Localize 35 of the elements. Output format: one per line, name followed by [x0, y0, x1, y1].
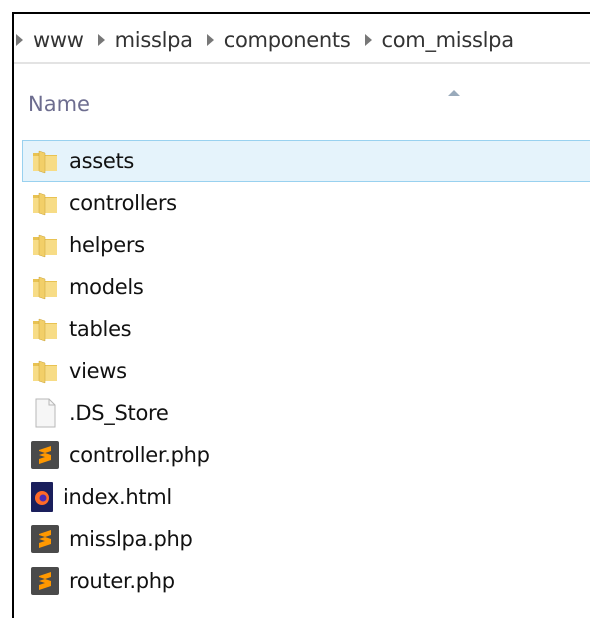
breadcrumb-item[interactable]: www	[23, 28, 98, 52]
file-name: index.html	[63, 485, 172, 509]
chevron-right-icon	[16, 34, 23, 46]
file-row[interactable]: views	[22, 350, 590, 392]
file-name: views	[69, 359, 127, 383]
file-name: helpers	[69, 233, 145, 257]
browser-file-icon	[31, 482, 53, 512]
file-name: controller.php	[69, 443, 210, 467]
file-row[interactable]: router.php	[22, 560, 590, 602]
breadcrumb-item[interactable]: components	[214, 28, 364, 52]
chevron-right-icon	[364, 34, 372, 46]
chevron-right-icon	[98, 34, 105, 46]
file-row[interactable]: controllers	[22, 182, 590, 224]
file-name: tables	[69, 317, 132, 341]
file-name: misslpa.php	[69, 527, 193, 551]
breadcrumb-item[interactable]: com_misslpa	[372, 28, 528, 52]
chevron-right-icon	[206, 34, 214, 46]
code-file-icon	[31, 525, 59, 553]
code-file-icon	[31, 441, 59, 469]
file-name: controllers	[69, 191, 177, 215]
file-row[interactable]: .DS_Store	[22, 392, 590, 434]
file-row[interactable]: models	[22, 266, 590, 308]
breadcrumb-item[interactable]: misslpa	[104, 28, 207, 52]
file-name: router.php	[69, 569, 175, 593]
column-header[interactable]: Name	[28, 92, 90, 116]
file-row[interactable]: assets	[22, 140, 590, 182]
file-name: assets	[69, 149, 134, 173]
file-row[interactable]: helpers	[22, 224, 590, 266]
code-file-icon	[31, 567, 59, 595]
file-name: .DS_Store	[69, 401, 168, 425]
file-row[interactable]: controller.php	[22, 434, 590, 476]
file-row[interactable]: index.html	[22, 476, 590, 518]
file-name: models	[69, 275, 144, 299]
file-row[interactable]: tables	[22, 308, 590, 350]
file-row[interactable]: misslpa.php	[22, 518, 590, 560]
